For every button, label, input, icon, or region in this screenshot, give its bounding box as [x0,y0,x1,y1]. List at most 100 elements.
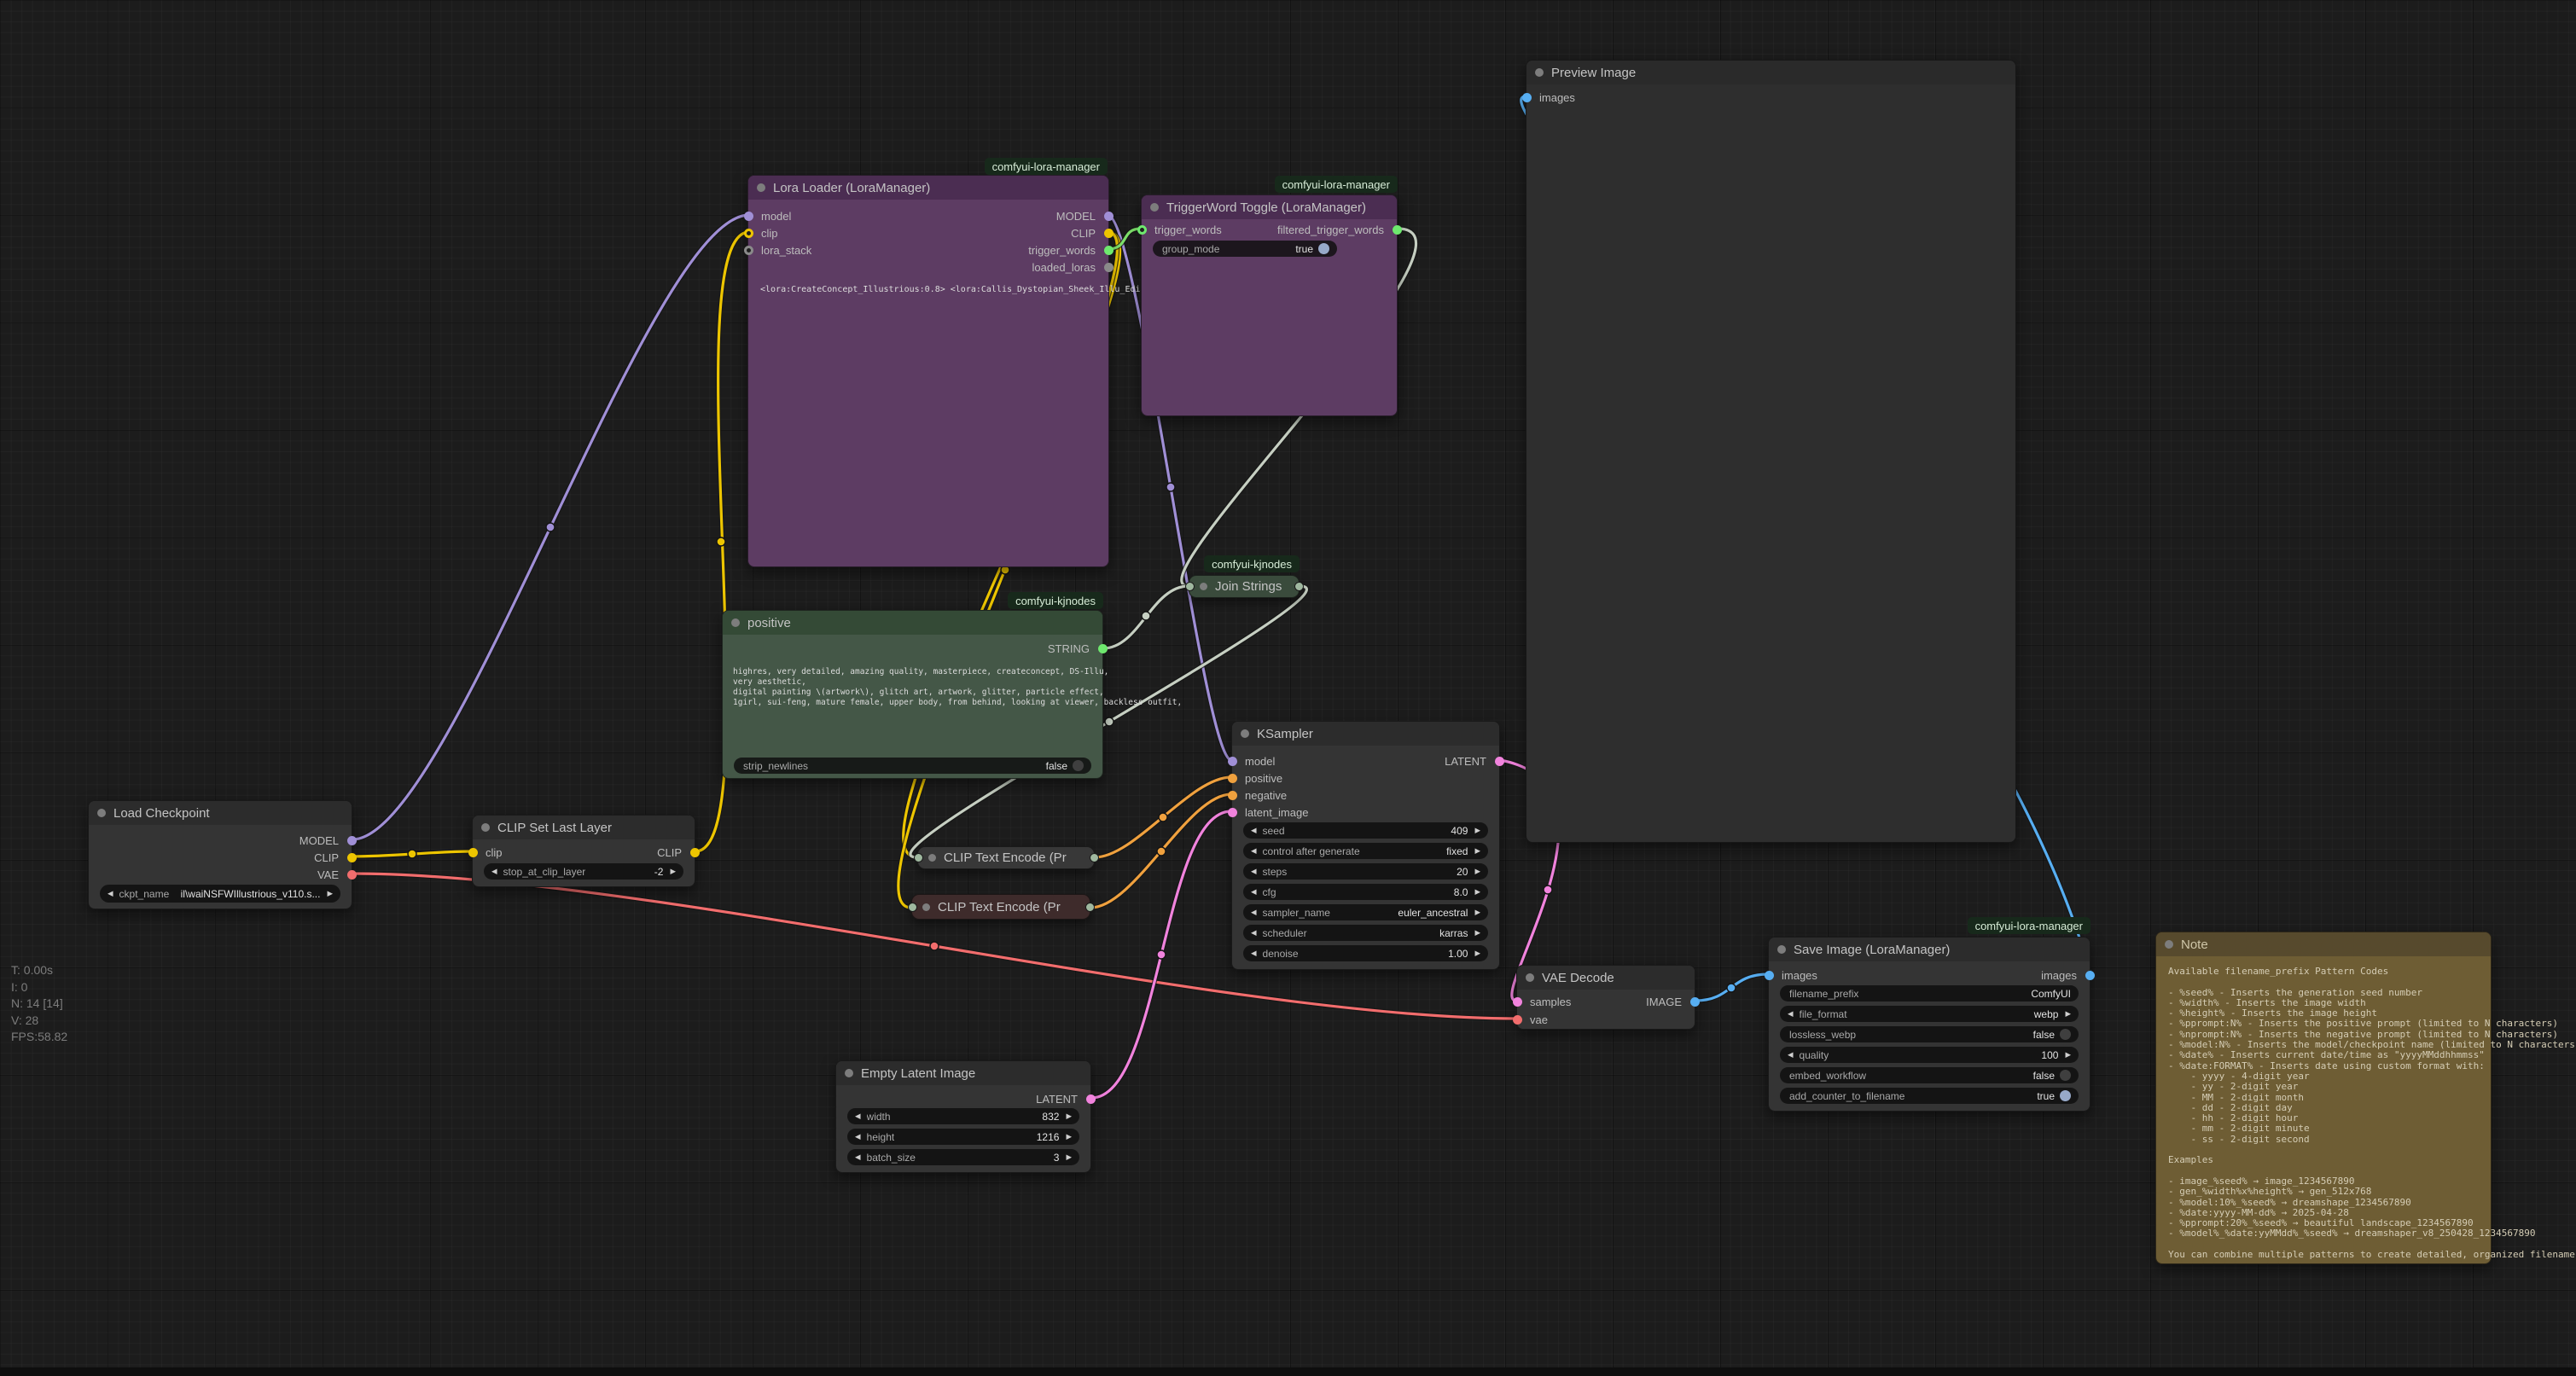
combo-right-arrow-icon[interactable]: ▶ [1474,908,1480,917]
node-clip-text-encode-negative[interactable]: CLIP Text Encode (Pr [911,894,1090,920]
wire-checkpoint-model-to-lora[interactable] [352,215,749,839]
collapse-dot-icon[interactable] [1535,68,1544,77]
stop-at-clip-layer-widget[interactable]: ◀ stop_at_clip_layer -2 ▶ [484,863,683,880]
strip-newlines-toggle[interactable]: strip_newlines false [734,758,1091,774]
embed-workflow-toggle[interactable]: embed_workflow false [1780,1067,2079,1083]
lora-loader-titlebar[interactable]: Lora Loader (LoraManager) [748,176,1108,200]
save-images-input[interactable]: images [1769,967,1817,984]
combo-right-arrow-icon[interactable]: ▶ [1474,846,1480,856]
wire-checkpoint-clip-to-cliplayer[interactable] [352,850,472,858]
ksampler-model-input[interactable]: model [1232,752,1275,769]
lora-clip-input[interactable]: clip [748,224,778,241]
clip-port-icon[interactable] [347,853,357,862]
checkpoint-clip-output[interactable]: CLIP [314,849,352,866]
combo-right-arrow-icon[interactable]: ▶ [1066,1152,1072,1162]
combo-left-arrow-icon[interactable]: ◀ [1251,949,1257,958]
combo-left-arrow-icon[interactable]: ◀ [1251,928,1257,938]
vaedecode-samples-input[interactable]: samples [1517,993,1571,1010]
vae-port-icon[interactable] [347,870,357,880]
clip-set-last-layer-titlebar[interactable]: CLIP Set Last Layer [473,816,695,839]
string-port-icon[interactable] [1098,644,1108,653]
latent-port-icon[interactable] [1086,1094,1096,1104]
height-widget[interactable]: ◀ height 1216 ▶ [847,1129,1079,1145]
collapsed-input-port-icon[interactable] [908,903,917,912]
loras-port-icon[interactable] [1104,263,1114,272]
node-note[interactable]: Note Available filename_prefix Pattern C… [2155,932,2492,1264]
vae-port-icon[interactable] [1513,1015,1522,1025]
wire-vaedecode-image-to-save[interactable] [1695,974,1768,1001]
model-port-icon[interactable] [744,212,753,221]
checkpoint-vae-output[interactable]: VAE [317,866,352,883]
quality-widget[interactable]: ◀ quality 100 ▶ [1780,1047,2079,1063]
save-image-titlebar[interactable]: Save Image (LoraManager) [1769,938,2090,961]
combo-left-arrow-icon[interactable]: ◀ [855,1132,861,1141]
collapse-dot-icon[interactable] [1150,203,1159,212]
control-after-generate-widget[interactable]: ◀ control after generate fixed ▶ [1243,843,1488,859]
clip-port-icon[interactable] [744,229,753,238]
collapse-dot-icon[interactable] [757,183,765,192]
collapse-dot-icon[interactable] [731,618,740,627]
combo-right-arrow-icon[interactable]: ▶ [670,867,676,876]
collapsed-output-port-icon[interactable] [1085,903,1095,912]
toggle-knob-icon[interactable] [1318,243,1329,254]
combo-right-arrow-icon[interactable]: ▶ [1474,928,1480,938]
string-port-icon[interactable] [1104,246,1114,255]
collapse-dot-icon[interactable] [1200,583,1207,590]
positive-prompt-text[interactable]: highres, very detailed, amazing quality,… [733,667,1182,708]
group-mode-toggle[interactable]: group_mode true [1153,241,1337,257]
node-save-image[interactable]: Save Image (LoraManager) images images f… [1768,937,2090,1112]
combo-right-arrow-icon[interactable]: ▶ [2065,1009,2071,1019]
combo-left-arrow-icon[interactable]: ◀ [855,1152,861,1162]
collapsed-output-port-icon[interactable] [1090,853,1099,862]
lora-clip-output[interactable]: CLIP [1071,224,1108,241]
toggle-knob-icon[interactable] [2060,1070,2071,1081]
collapse-dot-icon[interactable] [928,854,936,862]
combo-right-arrow-icon[interactable]: ▶ [1474,949,1480,958]
wire-positive-string-to-join[interactable] [1103,586,1189,648]
conditioning-port-icon[interactable] [1228,774,1237,783]
positive-string-output[interactable]: STRING [1048,640,1102,657]
model-port-icon[interactable] [347,836,357,845]
triggerword-toggle-titlebar[interactable]: TriggerWord Toggle (LoraManager) [1142,195,1397,219]
lora-loadedloras-output[interactable]: loaded_loras [1032,258,1108,276]
lora-syntax-text[interactable]: <lora:CreateConcept_Illustrious:0.8> <lo… [760,285,1187,295]
toggle-knob-icon[interactable] [2060,1090,2071,1101]
combo-left-arrow-icon[interactable]: ◀ [1788,1050,1794,1060]
combo-left-arrow-icon[interactable]: ◀ [1251,826,1257,835]
node-preview-image[interactable]: Preview Image images [1526,60,2016,843]
collapsed-input-port-icon[interactable] [914,853,923,862]
scheduler-widget[interactable]: ◀ scheduler karras ▶ [1243,925,1488,941]
node-graph-canvas[interactable]: Preview Image images Load Checkpoint MOD… [0,0,2576,1376]
collapse-dot-icon[interactable] [1526,973,1534,982]
collapsed-output-port-icon[interactable] [1294,582,1304,591]
latent-port-icon[interactable] [1228,808,1237,817]
toggle-knob-icon[interactable] [1073,760,1084,771]
sampler-name-widget[interactable]: ◀ sampler_name euler_ancestral ▶ [1243,904,1488,920]
node-clip-text-encode-positive[interactable]: CLIP Text Encode (Pr [917,846,1095,869]
cliplayer-clip-output[interactable]: CLIP [657,844,695,861]
collapsed-input-port-icon[interactable] [1185,582,1195,591]
node-empty-latent-image[interactable]: Empty Latent Image LATENT ◀ width 832 ▶ … [835,1060,1091,1173]
latent-port-icon[interactable] [1513,997,1522,1007]
ksampler-positive-input[interactable]: positive [1232,769,1282,787]
empty-latent-titlebar[interactable]: Empty Latent Image [836,1061,1090,1085]
seed-widget[interactable]: ◀ seed 409 ▶ [1243,822,1488,839]
filename-prefix-widget[interactable]: filename_prefix ComfyUI [1780,985,2079,1002]
collapse-dot-icon[interactable] [922,903,930,911]
emptylatent-latent-output[interactable]: LATENT [1036,1090,1090,1107]
node-vae-decode[interactable]: VAE Decode samples vae IMAGE [1516,965,1695,1030]
string-port-icon[interactable] [1137,225,1147,235]
vaedecode-image-output[interactable]: IMAGE [1646,993,1695,1010]
collapse-dot-icon[interactable] [1777,945,1786,954]
combo-left-arrow-icon[interactable]: ◀ [1251,846,1257,856]
image-port-icon[interactable] [1690,997,1700,1007]
toggle-triggerwords-input[interactable]: trigger_words [1142,221,1222,238]
combo-right-arrow-icon[interactable]: ▶ [2065,1050,2071,1060]
combo-left-arrow-icon[interactable]: ◀ [1788,1009,1794,1019]
combo-right-arrow-icon[interactable]: ▶ [1474,826,1480,835]
vae-decode-titlebar[interactable]: VAE Decode [1517,966,1695,990]
node-clip-set-last-layer[interactable]: CLIP Set Last Layer clip CLIP ◀ stop_at_… [472,815,695,887]
clip-port-icon[interactable] [1104,229,1114,238]
node-join-strings[interactable]: Join Strings [1189,575,1300,598]
node-ksampler[interactable]: KSampler model positive negative latent_… [1231,721,1500,970]
